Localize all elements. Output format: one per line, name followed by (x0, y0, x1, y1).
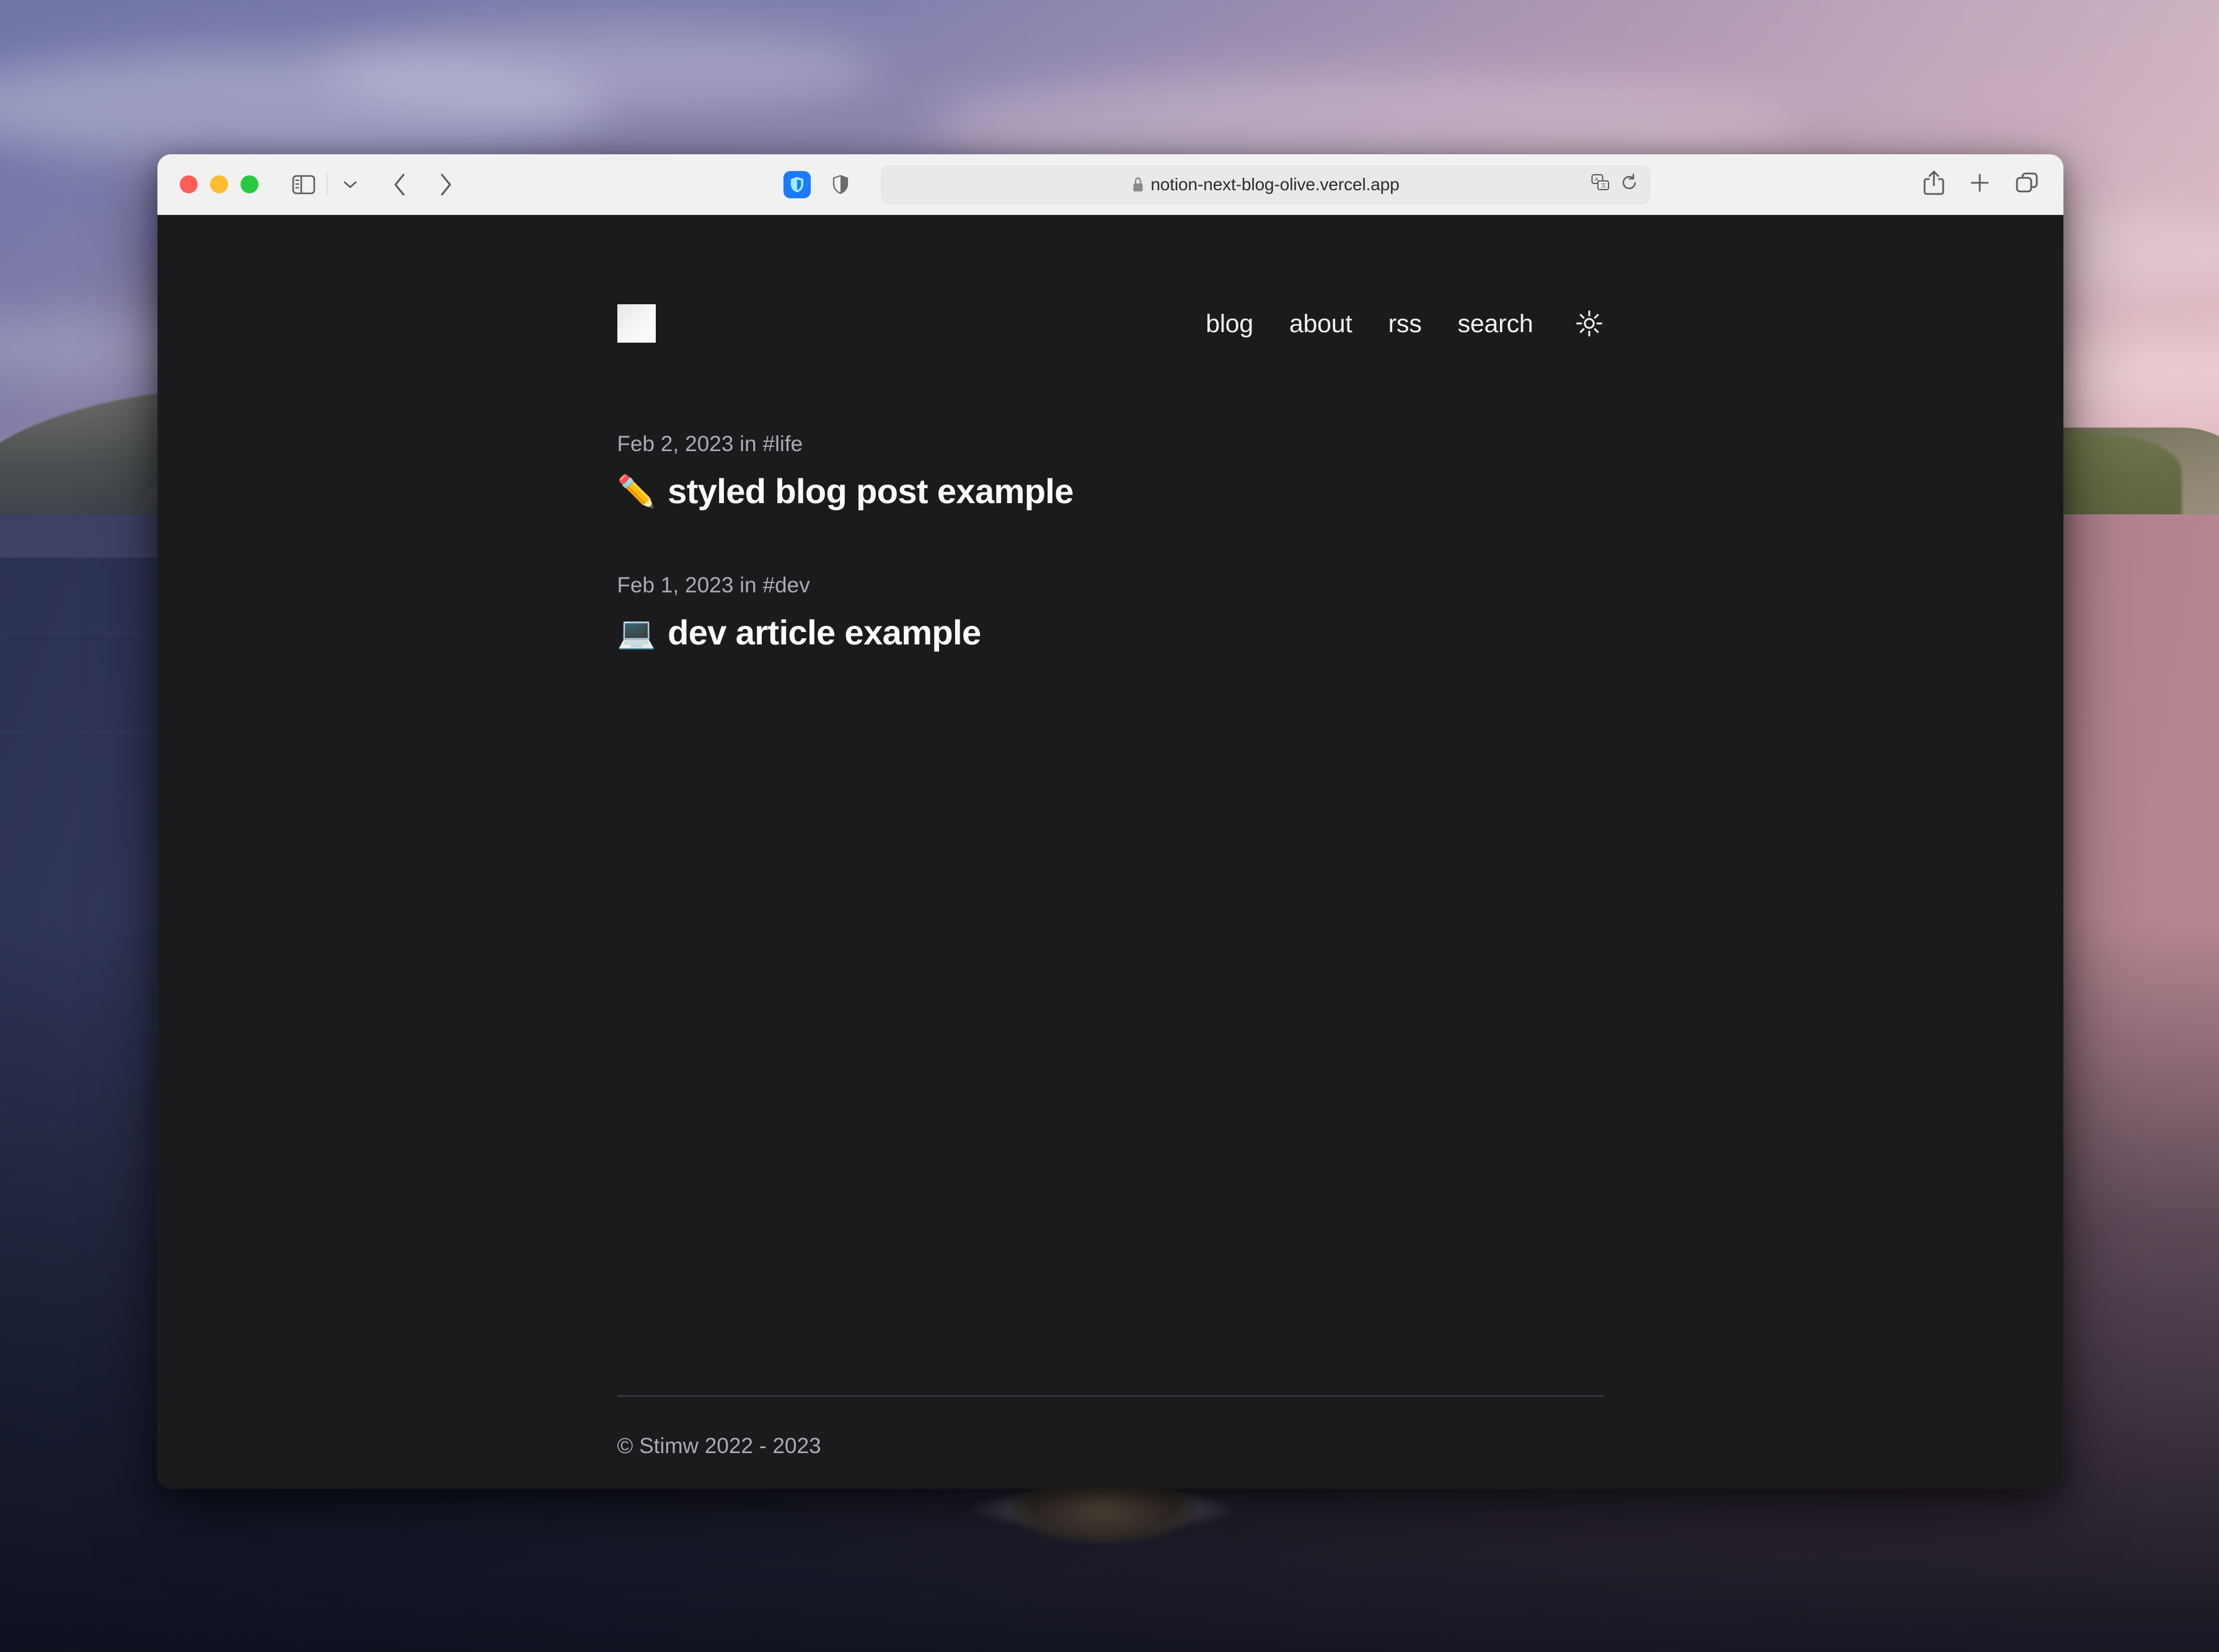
web-page-content: blog about rss search Feb 2, 2023 in #li… (157, 215, 2063, 1488)
post-title-text: dev article example (668, 612, 981, 652)
site-logo[interactable] (617, 304, 656, 343)
wallpaper-cloud (322, 25, 880, 112)
toolbar-right-group (1923, 170, 2039, 199)
address-bar[interactable]: notion-next-blog-olive.vercel.app A 文 (881, 165, 1650, 204)
extension-icons (783, 170, 853, 198)
nav-rss[interactable]: rss (1388, 310, 1422, 336)
list-item[interactable]: Feb 1, 2023 in #dev 💻 dev article exampl… (617, 572, 1604, 652)
svg-text:文: 文 (1601, 182, 1607, 189)
share-icon[interactable] (1923, 170, 1944, 199)
post-meta: Feb 1, 2023 in #dev (617, 573, 810, 598)
maximize-window-button[interactable] (240, 175, 258, 193)
nav-search[interactable]: search (1458, 310, 1533, 336)
sun-icon[interactable] (1574, 309, 1604, 338)
chevron-down-icon[interactable] (331, 165, 369, 204)
forward-button-icon[interactable] (426, 165, 465, 204)
nav-about[interactable]: about (1289, 310, 1352, 336)
minimize-window-button[interactable] (210, 175, 228, 193)
privacy-report-shield-icon[interactable] (828, 171, 853, 198)
post-title-text: styled blog post example (668, 471, 1074, 511)
address-bar-content: notion-next-blog-olive.vercel.app (1132, 174, 1400, 195)
post-title[interactable]: ✏️ styled blog post example (617, 472, 1604, 511)
lock-icon (1132, 177, 1144, 193)
post-list: Feb 2, 2023 in #life ✏️ styled blog post… (615, 431, 1607, 652)
adblock-shield-icon[interactable] (783, 170, 811, 198)
toolbar-left-group (285, 165, 465, 204)
footer-copyright: © Stimw 2022 - 2023 (617, 1434, 821, 1458)
site-footer: © Stimw 2022 - 2023 (615, 1395, 1607, 1459)
navigation-arrows (381, 165, 465, 204)
laptop-emoji: 💻 (617, 615, 656, 651)
translate-icon[interactable]: A 文 (1591, 174, 1610, 195)
sidebar-toggle-icon[interactable] (285, 165, 323, 204)
post-meta: Feb 2, 2023 in #life (617, 432, 803, 456)
back-button-icon[interactable] (381, 165, 419, 204)
post-title[interactable]: 💻 dev article example (617, 613, 1604, 652)
site-header: blog about rss search (615, 289, 1607, 358)
wallpaper-rock (1010, 1481, 1196, 1543)
footer-divider (617, 1395, 1604, 1397)
reload-icon[interactable] (1621, 174, 1638, 195)
page-container: blog about rss search Feb 2, 2023 in #li… (615, 215, 1607, 1458)
site-navigation: blog about rss search (1206, 309, 1604, 338)
window-traffic-lights (180, 175, 258, 193)
close-window-button[interactable] (180, 175, 198, 193)
pencil-emoji: ✏️ (617, 473, 656, 509)
browser-window: notion-next-blog-olive.vercel.app A 文 bl… (157, 154, 2063, 1488)
address-bar-actions: A 文 (1591, 174, 1638, 195)
new-tab-icon[interactable] (1969, 172, 1990, 196)
browser-toolbar: notion-next-blog-olive.vercel.app A 文 (157, 154, 2063, 215)
address-bar-url: notion-next-blog-olive.vercel.app (1150, 174, 1400, 194)
list-item[interactable]: Feb 2, 2023 in #life ✏️ styled blog post… (617, 431, 1604, 511)
tab-overview-icon[interactable] (2015, 172, 2039, 197)
nav-blog[interactable]: blog (1206, 310, 1253, 336)
